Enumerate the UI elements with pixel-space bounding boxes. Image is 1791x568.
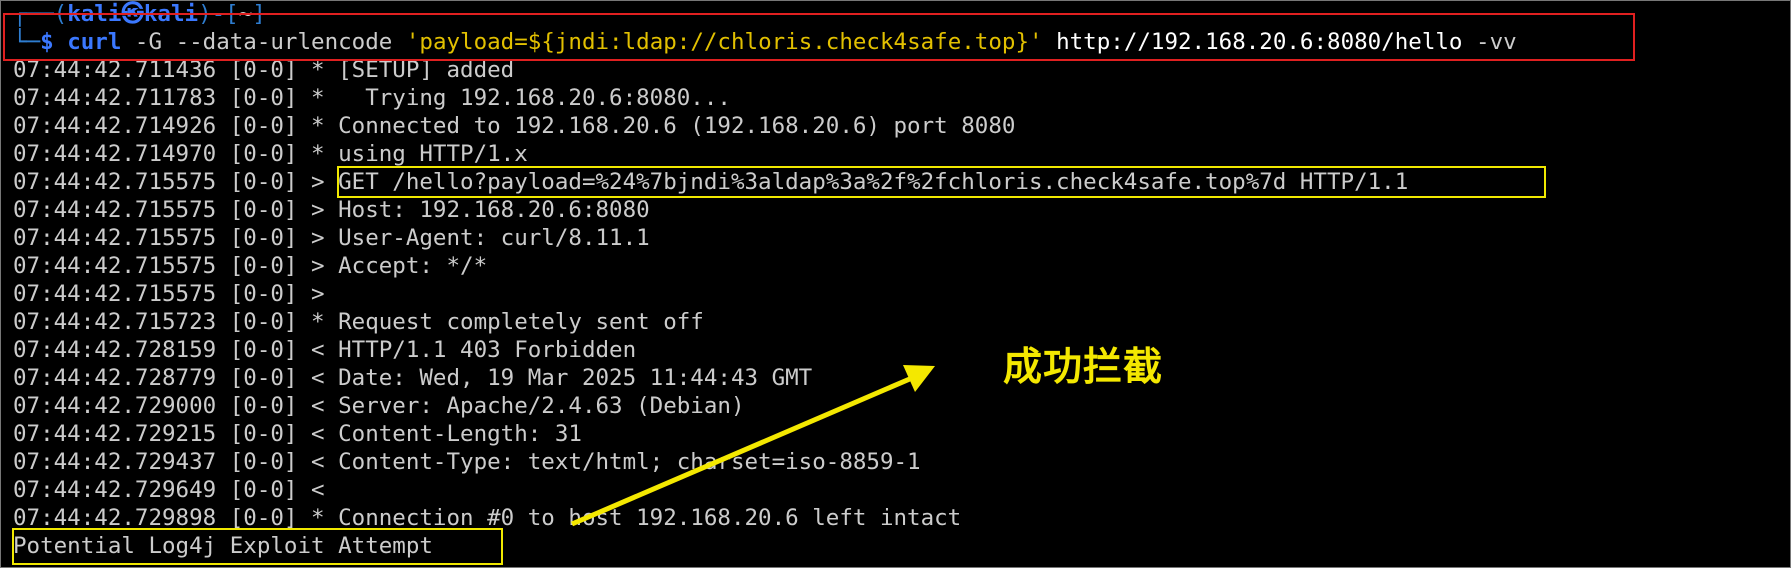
response-body-highlight-box	[12, 528, 503, 565]
output-line-status: 07:44:42.728159 [0-0] < HTTP/1.1 403 For…	[13, 337, 637, 363]
get-request-highlight-box	[337, 166, 1546, 198]
command-highlight-box	[3, 13, 1635, 61]
output-line: 07:44:42.711783 [0-0] * Trying 192.168.2…	[13, 85, 731, 111]
output-line: 07:44:42.729000 [0-0] < Server: Apache/2…	[13, 393, 745, 419]
output-line: 07:44:42.715575 [0-0] > Host: 192.168.20…	[13, 197, 650, 223]
intercepted-annotation: 成功拦截	[1003, 345, 1164, 390]
output-line: 07:44:42.715575 [0-0] >	[13, 281, 325, 307]
output-line: 07:44:42.715575 [0-0] > User-Agent: curl…	[13, 225, 650, 251]
output-line: 07:44:42.729215 [0-0] < Content-Length: …	[13, 421, 582, 447]
terminal-output[interactable]: ┌──(kali㉿kali)-[~] └─$ curl -G --data-ur…	[13, 0, 1783, 560]
output-line: 07:44:42.714926 [0-0] * Connected to 192…	[13, 113, 1016, 139]
output-line: 07:44:42.729649 [0-0] <	[13, 477, 325, 503]
output-line: 07:44:42.714970 [0-0] * using HTTP/1.x	[13, 141, 528, 167]
output-line: 07:44:42.729437 [0-0] < Content-Type: te…	[13, 449, 921, 475]
output-line: 07:44:42.728779 [0-0] < Date: Wed, 19 Ma…	[13, 365, 813, 391]
output-line: 07:44:42.715575 [0-0] > Accept: */*	[13, 253, 488, 279]
output-line: 07:44:42.715723 [0-0] * Request complete…	[13, 309, 704, 335]
